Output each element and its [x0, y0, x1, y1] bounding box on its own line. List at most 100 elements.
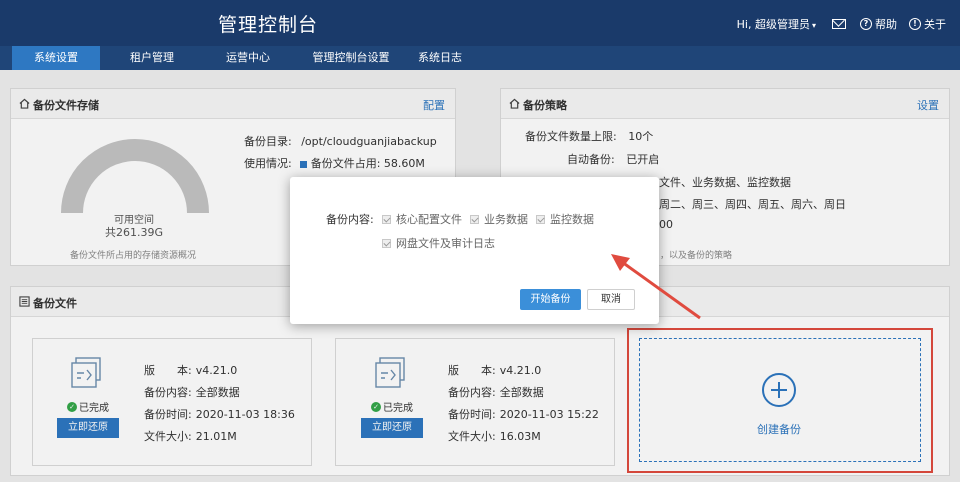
usage-row: 使用情况: 备份文件占用: 58.60M: [244, 155, 425, 171]
card-time-row: 备份时间: 2020-11-03 18:36: [144, 406, 295, 422]
card-content-row: 备份内容: 全部数据: [448, 384, 544, 400]
max-files-row: 备份文件数量上限: 10个: [525, 128, 653, 144]
start-backup-button[interactable]: 开始备份: [520, 289, 581, 310]
cancel-button[interactable]: 取消: [587, 289, 635, 310]
about-label: 关于: [924, 18, 946, 31]
option-label: 核心配置文件: [396, 213, 462, 226]
option-business-data[interactable]: 业务数据: [470, 211, 528, 227]
option-core-config[interactable]: 核心配置文件: [382, 211, 462, 227]
usage-label: 使用情况:: [244, 157, 292, 170]
tab-console-settings[interactable]: 管理控制台设置: [296, 46, 406, 70]
content-value: 全部数据: [499, 386, 544, 399]
backup-dir-label: 备份目录:: [244, 135, 292, 148]
content-label: 备份内容:: [448, 386, 496, 399]
storage-panel-title: 备份文件存储: [33, 99, 99, 112]
gauge-total: 共261.39G: [104, 226, 163, 239]
version-label: 版 本:: [144, 364, 192, 377]
home-icon: [509, 98, 520, 109]
version-value: v4.21.0: [499, 364, 542, 377]
app-header: 管理控制台 Hi, 超级管理员 ▾ ? 帮助 ! 关于: [0, 0, 960, 46]
version-label: 版 本:: [448, 364, 496, 377]
option-drive-and-audit[interactable]: 网盘文件及审计日志: [382, 235, 495, 251]
max-files-value: 10个: [628, 130, 654, 143]
card-size-row: 文件大小: 21.01M: [144, 428, 237, 444]
card-version-row: 版 本: v4.21.0: [448, 362, 541, 378]
usage-legend-swatch: [299, 160, 307, 168]
card-version-row: 版 本: v4.21.0: [144, 362, 237, 378]
option-label: 网盘文件及审计日志: [396, 237, 495, 250]
files-panel-title: 备份文件: [33, 297, 77, 310]
checkbox[interactable]: [470, 214, 479, 224]
header-actions: Hi, 超级管理员 ▾ ? 帮助 ! 关于: [737, 16, 946, 32]
size-label: 文件大小:: [144, 430, 192, 443]
policy-panel-title: 备份策略: [523, 99, 567, 112]
backup-time-value: 00: [659, 218, 673, 231]
backup-dialog: 备份内容: 核心配置文件 业务数据 监控数据 网盘文件及审计日志 开始备份 取消: [290, 177, 659, 324]
auto-backup-label: 自动备份:: [567, 153, 615, 166]
backup-status: ✓ 已完成: [67, 399, 109, 414]
max-files-label: 备份文件数量上限:: [525, 130, 617, 143]
app-title: 管理控制台: [218, 14, 319, 36]
usage-legend: 备份文件占用: 58.60M: [310, 157, 425, 170]
storage-caption: 备份文件所占用的存储资源概况: [70, 251, 197, 261]
version-value: v4.21.0: [195, 364, 238, 377]
content-label: 备份内容:: [144, 386, 192, 399]
about-link[interactable]: ! 关于: [909, 16, 946, 32]
backup-days-value: 周二、周三、周四、周五、周六、周日: [659, 198, 846, 211]
settings-link[interactable]: 设置: [917, 97, 939, 113]
time-value: 2020-11-03 15:22: [499, 408, 599, 421]
home-icon: [19, 98, 30, 109]
check-circle-icon: ✓: [371, 401, 381, 412]
configure-link[interactable]: 配置: [423, 97, 445, 113]
help-label: 帮助: [875, 18, 897, 31]
tab-tenant-management[interactable]: 租户管理: [108, 46, 196, 70]
backup-content-label: 备份内容:: [326, 213, 374, 226]
storage-panel-header: 备份文件存储 配置: [11, 89, 455, 119]
chevron-down-icon: ▾: [811, 21, 816, 30]
checkbox[interactable]: [382, 214, 391, 224]
auto-backup-value: 已开启: [626, 153, 660, 166]
checkbox[interactable]: [536, 214, 545, 224]
card-content-row: 备份内容: 全部数据: [144, 384, 240, 400]
card-time-row: 备份时间: 2020-11-03 15:22: [448, 406, 599, 422]
size-value: 21.01M: [195, 430, 237, 443]
content-value: 全部数据: [195, 386, 240, 399]
user-greeting: Hi, 超级管理员: [736, 18, 810, 31]
backup-status-text: 已完成: [383, 403, 413, 414]
check-circle-icon: ✓: [67, 401, 77, 412]
time-value: 2020-11-03 18:36: [195, 408, 295, 421]
create-backup-label[interactable]: 创建备份: [749, 421, 809, 437]
policy-caption: ，以及备份的策略: [660, 251, 733, 261]
tab-operations-center[interactable]: 运营中心: [204, 46, 292, 70]
list-icon: [19, 296, 30, 307]
option-label: 监控数据: [550, 213, 594, 226]
plus-circle-icon[interactable]: [762, 373, 796, 407]
tab-system-settings[interactable]: 系统设置: [12, 46, 100, 70]
mail-icon[interactable]: [832, 19, 846, 29]
auto-backup-row: 自动备份: 已开启: [567, 151, 659, 167]
backup-content-value: 文件、业务数据、监控数据: [659, 176, 791, 189]
tab-system-log[interactable]: 系统日志: [410, 46, 470, 70]
help-icon: ?: [860, 18, 872, 30]
backup-dir-row: 备份目录: /opt/cloudguanjiabackup: [244, 133, 437, 149]
info-icon: !: [909, 18, 921, 30]
card-size-row: 文件大小: 16.03M: [448, 428, 541, 444]
option-monitoring-data[interactable]: 监控数据: [536, 211, 594, 227]
main-nav: 系统设置 租户管理 运营中心 管理控制台设置 系统日志: [0, 46, 960, 70]
help-link[interactable]: ? 帮助: [860, 16, 897, 32]
backup-dir-value: /opt/cloudguanjiabackup: [301, 135, 437, 148]
backup-file-icon: [375, 357, 405, 388]
backup-file-icon: [71, 357, 101, 388]
restore-button[interactable]: 立即还原: [57, 418, 119, 438]
policy-panel-header: 备份策略 设置: [501, 89, 949, 119]
checkbox[interactable]: [382, 238, 391, 248]
backup-status-text: 已完成: [79, 403, 109, 414]
size-value: 16.03M: [499, 430, 541, 443]
user-menu[interactable]: Hi, 超级管理员 ▾: [737, 16, 816, 32]
time-label: 备份时间:: [448, 408, 496, 421]
backup-status: ✓ 已完成: [371, 399, 413, 414]
time-label: 备份时间:: [144, 408, 192, 421]
size-label: 文件大小:: [448, 430, 496, 443]
option-label: 业务数据: [484, 213, 528, 226]
restore-button[interactable]: 立即还原: [361, 418, 423, 438]
